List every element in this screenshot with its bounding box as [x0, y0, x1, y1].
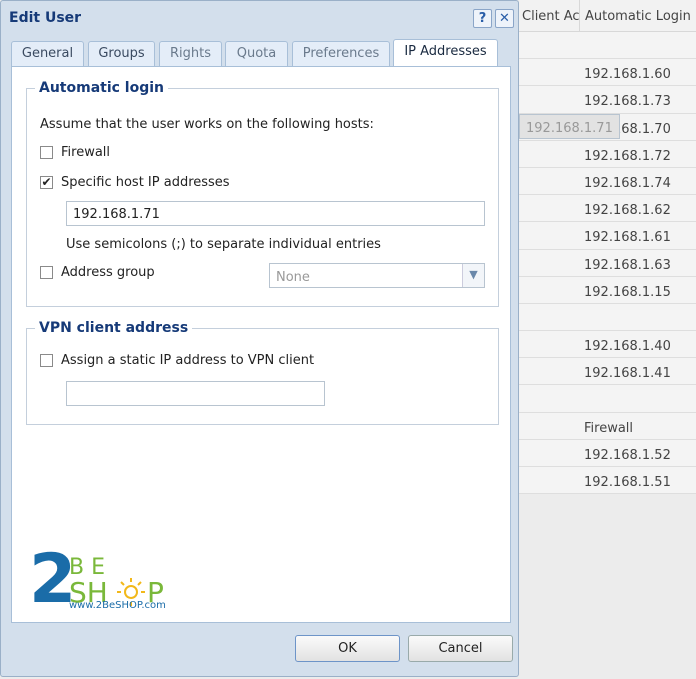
firewall-label[interactable]: Firewall	[61, 145, 110, 160]
grid-row[interactable]: 192.168.1.71	[519, 113, 620, 139]
specific-host-checkbox[interactable]: ✔	[40, 176, 53, 189]
edit-user-dialog: Edit User ? ✕ General Groups Rights Quot…	[0, 0, 519, 677]
2beshop-logo: 2 B E SH P www.2BeSHOP.com	[29, 540, 179, 620]
static-ip-input[interactable]	[66, 381, 325, 406]
grid-row[interactable]: 192.168.1.73	[519, 86, 696, 114]
firewall-checkbox[interactable]	[40, 146, 53, 159]
grid-row[interactable]: 192.168.1.51	[519, 467, 696, 495]
tab-panel: Automatic login Assume that the user wor…	[11, 66, 511, 623]
tab-ip-addresses[interactable]: IP Addresses	[393, 39, 498, 67]
tab-rights[interactable]: Rights	[159, 41, 222, 67]
grid-row[interactable]	[519, 385, 696, 413]
static-ip-label[interactable]: Assign a static IP address to VPN client	[61, 353, 314, 368]
specific-host-label[interactable]: Specific host IP addresses	[61, 175, 230, 190]
address-group-select[interactable]: None ▼	[269, 263, 485, 288]
chevron-down-icon[interactable]: ▼	[462, 264, 484, 287]
address-group-value: None	[276, 270, 310, 285]
grid-row[interactable]: 192.168.1.61	[519, 222, 696, 250]
grid-row[interactable]	[519, 303, 696, 332]
grid-row[interactable]: 192.168.1.15	[519, 276, 696, 304]
help-button[interactable]: ?	[473, 9, 492, 28]
address-group-checkbox[interactable]	[40, 266, 53, 279]
logo-url: www.2BeSHOP.com	[69, 600, 166, 611]
dialog-title: Edit User	[9, 10, 82, 26]
background-user-grid: Client Ac Automatic Login 192.168.1.60 19…	[519, 0, 696, 679]
specific-host-input[interactable]: 192.168.1.71	[66, 201, 485, 226]
vpn-client-group: VPN client address	[26, 320, 499, 425]
automatic-login-legend: Automatic login	[39, 80, 165, 96]
tab-quota[interactable]: Quota	[225, 41, 288, 67]
grid-row[interactable]	[519, 32, 696, 60]
grid-row[interactable]: 192.168.1.52	[519, 439, 696, 467]
tab-groups[interactable]: Groups	[88, 41, 155, 67]
grid-row[interactable]: 192.168.1.40	[519, 331, 696, 359]
grid-row[interactable]: 192.168.1.63	[519, 249, 696, 277]
semicolon-hint: Use semicolons (;) to separate individua…	[66, 237, 381, 252]
grid-row[interactable]: 192.168.1.62	[519, 195, 696, 223]
grid-row[interactable]: 192.168.1.60	[519, 59, 696, 87]
tab-general[interactable]: General	[11, 41, 84, 67]
cancel-button[interactable]: Cancel	[408, 635, 513, 662]
grid-row[interactable]: 192.168.1.41	[519, 358, 696, 386]
ok-button[interactable]: OK	[295, 635, 400, 662]
grid-row[interactable]: 192.168.1.74	[519, 167, 696, 196]
tab-preferences[interactable]: Preferences	[292, 41, 390, 67]
address-group-label[interactable]: Address group	[61, 265, 155, 280]
grid-header: Client Ac Automatic Login	[519, 0, 696, 32]
vpn-legend: VPN client address	[39, 320, 189, 336]
column-header-automatic-login[interactable]: Automatic Login	[579, 0, 691, 32]
hosts-intro: Assume that the user works on the follow…	[40, 117, 374, 132]
grid-row[interactable]: Firewall	[519, 412, 696, 440]
close-button[interactable]: ✕	[495, 9, 514, 28]
column-header-client[interactable]: Client Ac	[522, 9, 580, 24]
static-ip-checkbox[interactable]	[40, 354, 53, 367]
grid-row[interactable]: 192.168.1.72	[519, 140, 696, 168]
